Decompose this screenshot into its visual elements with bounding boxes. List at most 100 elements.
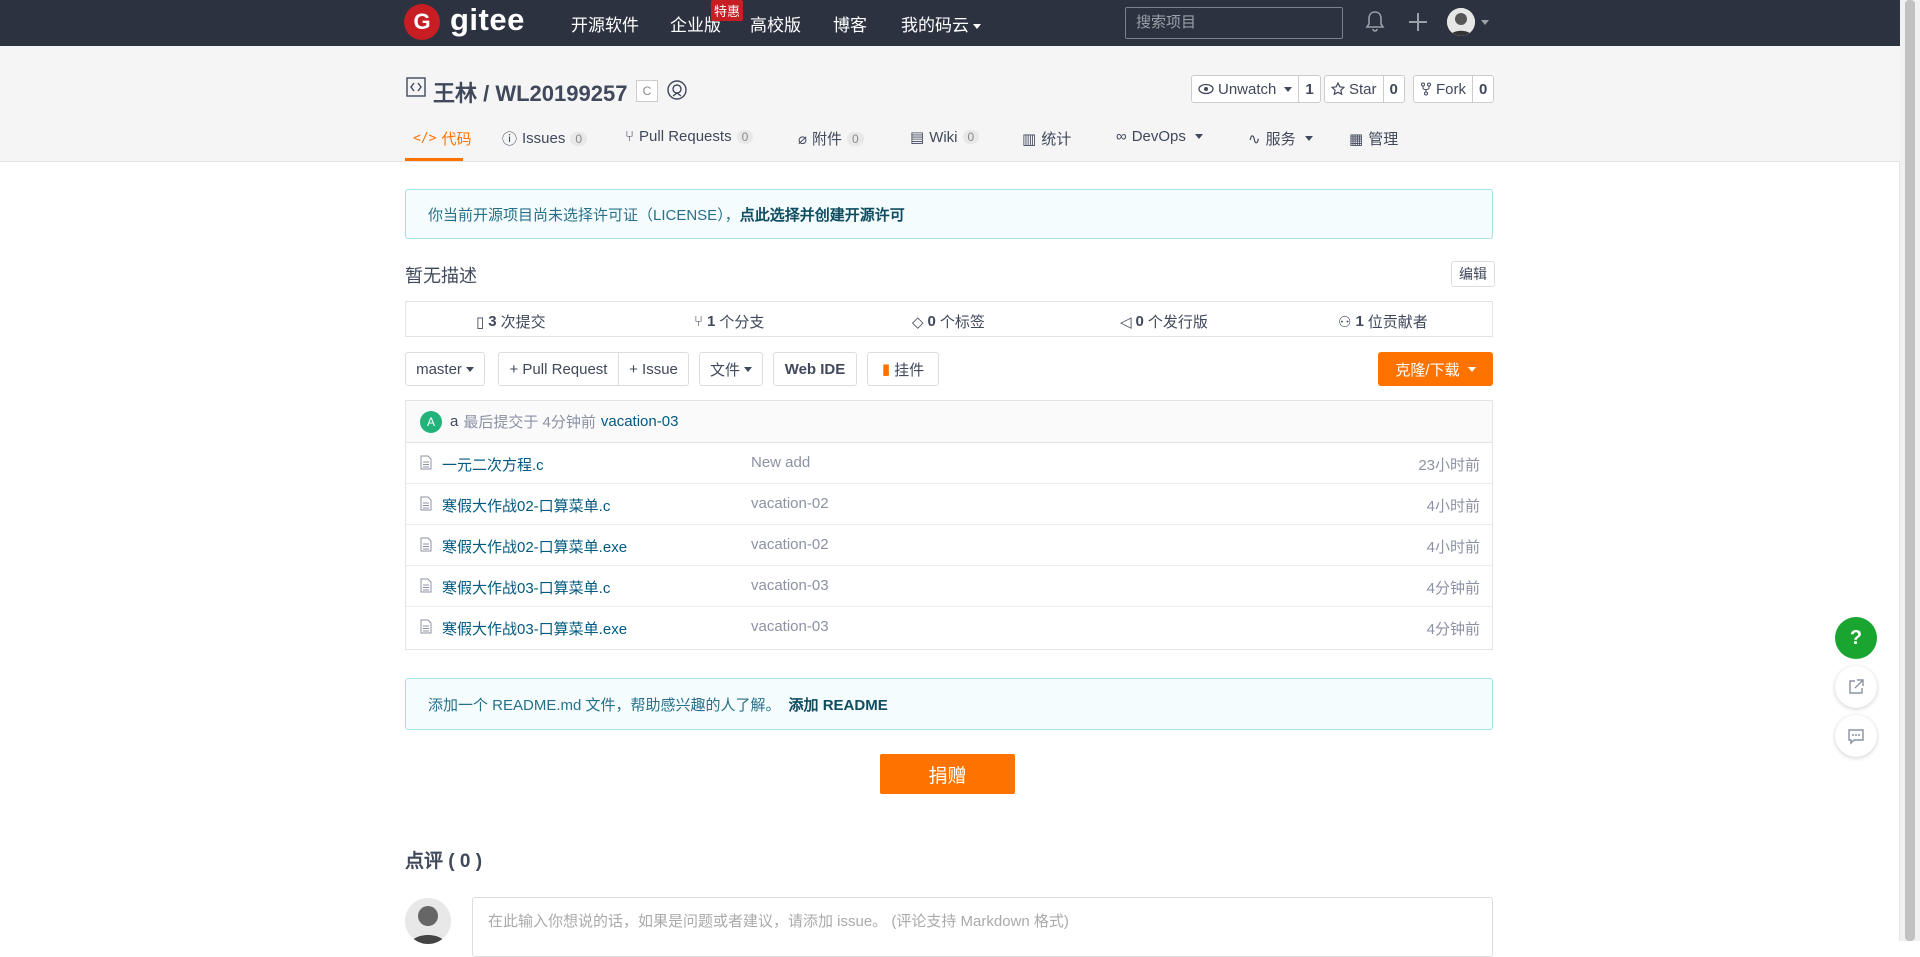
widget-button[interactable]: ▮ 挂件 (867, 352, 939, 386)
file-name[interactable]: 寒假大作战03-口算菜单.c (442, 577, 610, 598)
tab-code[interactable]: </> 代码 (413, 128, 472, 149)
tab-attachments-count: 0 (847, 131, 864, 146)
file-name[interactable]: 一元二次方程.c (442, 454, 544, 475)
scrollbar-thumb[interactable] (1905, 0, 1915, 941)
license-notice: 你当前开源项目尚未选择许可证（LICENSE）， 点此选择并创建开源许可 (405, 189, 1493, 239)
file-row[interactable]: 寒假大作战03-口算菜单.exe vacation-03 4分钟前 (406, 607, 1492, 648)
stat-branches[interactable]: ⑂ 1 个分支 (694, 311, 764, 332)
file-commit-message[interactable]: New add (751, 454, 810, 471)
file-commit-message[interactable]: vacation-02 (751, 536, 829, 553)
nav-education[interactable]: 高校版 (750, 11, 801, 36)
branch-select[interactable]: master (405, 352, 485, 386)
tab-manage[interactable]: ▦ 管理 (1349, 128, 1398, 149)
page-scrollbar[interactable] (1899, 0, 1920, 941)
infinity-icon: ∞ (1116, 128, 1127, 145)
stat-commits-label: 次提交 (500, 314, 546, 331)
user-avatar[interactable] (1447, 8, 1475, 36)
file-commit-time: 4小时前 (1426, 498, 1480, 515)
file-icon (420, 496, 432, 511)
pulse-icon: ∿ (1248, 130, 1261, 148)
tab-wiki[interactable]: ▤ Wiki 0 (910, 128, 980, 146)
nav-open-source[interactable]: 开源软件 (571, 11, 639, 36)
file-row[interactable]: 寒假大作战02-口算菜单.c vacation-02 4小时前 (406, 484, 1492, 525)
commit-icon: ▯ (476, 313, 485, 331)
recommend-badge-icon[interactable] (666, 79, 688, 101)
donate-button[interactable]: 捐赠 (880, 754, 1015, 794)
file-name[interactable]: 寒假大作战03-口算菜单.exe (442, 618, 627, 639)
file-row[interactable]: 寒假大作战03-口算菜单.c vacation-03 4分钟前 (406, 566, 1492, 607)
license-notice-text: 你当前开源项目尚未选择许可证（LICENSE）， (428, 206, 740, 224)
file-list: A a 最后提交于 4分钟前 vacation-03 一元二次方程.c New … (405, 400, 1493, 650)
nav-my-gitee[interactable]: 我的码云 (901, 11, 981, 36)
file-commit-time: 4分钟前 (1426, 580, 1480, 597)
edit-description-button[interactable]: 编辑 (1451, 261, 1495, 287)
readme-notice: 添加一个 README.md 文件，帮助感兴趣的人了解。 添加 README (405, 678, 1493, 730)
branch-select-label: master (416, 360, 462, 378)
fork-count[interactable]: 0 (1473, 76, 1493, 102)
book-icon: ▤ (910, 129, 925, 146)
tab-pull-requests[interactable]: ⑂ Pull Requests 0 (625, 128, 754, 145)
stat-branches-count: 1 (707, 313, 716, 330)
commit-author[interactable]: a (450, 413, 458, 430)
search-box[interactable] (1125, 7, 1346, 39)
file-row[interactable]: 一元二次方程.c New add 23小时前 (406, 443, 1492, 484)
watch-count[interactable]: 1 (1299, 76, 1319, 102)
star-label: Star (1349, 80, 1377, 98)
commit-author-avatar[interactable]: A (420, 410, 442, 433)
nav-blog[interactable]: 博客 (833, 11, 867, 36)
gitee-logo-text[interactable]: gitee (450, 2, 525, 38)
avatar-image-icon (405, 898, 451, 944)
gitee-logo-icon[interactable]: G (404, 4, 440, 40)
plus-icon[interactable] (1407, 11, 1429, 33)
comment-input[interactable]: 在此输入你想说的话，如果是问题或者建议，请添加 issue。 (评论支持 Mar… (472, 897, 1493, 957)
stat-contributors[interactable]: ⚇ 1 位贡献者 (1338, 311, 1428, 332)
tab-code-label: 代码 (441, 131, 472, 148)
user-menu-chevron-icon[interactable] (1481, 20, 1489, 25)
tab-attachments[interactable]: ⌀ 附件 0 (798, 128, 864, 149)
share-button[interactable] (1835, 666, 1877, 708)
star-count[interactable]: 0 (1384, 76, 1404, 102)
search-input[interactable] (1126, 8, 1346, 36)
stat-tags[interactable]: ◇ 0 个标签 (912, 311, 985, 332)
tab-services[interactable]: ∿ 服务 (1248, 128, 1313, 149)
repo-title[interactable]: 王林 / WL20199257 (433, 76, 627, 108)
file-commit-message[interactable]: vacation-02 (751, 495, 829, 512)
bell-icon[interactable] (1364, 9, 1386, 33)
stat-contributors-count: 1 (1355, 313, 1364, 330)
eye-icon (1198, 83, 1214, 95)
new-issue-button[interactable]: + Issue (618, 352, 689, 386)
star-button[interactable]: Star 0 (1324, 75, 1405, 103)
chevron-down-icon (973, 24, 981, 30)
tab-stats[interactable]: ▥ 统计 (1022, 128, 1071, 149)
external-link-icon (1849, 679, 1864, 694)
paperclip-icon: ⌀ (798, 130, 808, 148)
commit-time-text: 最后提交于 4分钟前 (463, 414, 596, 431)
chevron-down-icon (1194, 134, 1203, 139)
add-readme-link[interactable]: 添加 README (789, 694, 888, 715)
new-pull-request-button[interactable]: + Pull Request (498, 352, 619, 386)
file-icon (420, 578, 432, 593)
commit-message-link[interactable]: vacation-03 (601, 413, 679, 430)
file-commit-message[interactable]: vacation-03 (751, 618, 829, 635)
file-menu-button[interactable]: 文件 (699, 352, 763, 386)
top-navbar: G gitee 开源软件 企业版 特惠 高校版 博客 我的码云 (0, 0, 1900, 46)
create-license-link[interactable]: 点此选择并创建开源许可 (740, 204, 905, 225)
help-button[interactable]: ? (1835, 617, 1877, 659)
comment-user-avatar[interactable] (405, 898, 451, 944)
watch-button[interactable]: Unwatch 1 (1191, 75, 1321, 103)
clone-download-button[interactable]: 克隆/下载 (1378, 352, 1493, 386)
language-tag[interactable]: C (636, 80, 658, 102)
chevron-down-icon (744, 366, 752, 372)
stat-commits[interactable]: ▯ 3 次提交 (476, 311, 546, 332)
feedback-button[interactable] (1835, 715, 1877, 757)
tab-manage-label: 管理 (1368, 131, 1399, 148)
stat-releases[interactable]: ◁ 0 个发行版 (1120, 311, 1208, 332)
file-name[interactable]: 寒假大作战02-口算菜单.c (442, 495, 610, 516)
file-commit-message[interactable]: vacation-03 (751, 577, 829, 594)
fork-button[interactable]: Fork 0 (1413, 75, 1495, 103)
tab-devops[interactable]: ∞ DevOps (1116, 128, 1203, 145)
file-row[interactable]: 寒假大作战02-口算菜单.exe vacation-02 4小时前 (406, 525, 1492, 566)
web-ide-button[interactable]: Web IDE (773, 352, 857, 386)
tab-issues[interactable]: ⓘ Issues 0 (502, 128, 588, 149)
file-name[interactable]: 寒假大作战02-口算菜单.exe (442, 536, 627, 557)
